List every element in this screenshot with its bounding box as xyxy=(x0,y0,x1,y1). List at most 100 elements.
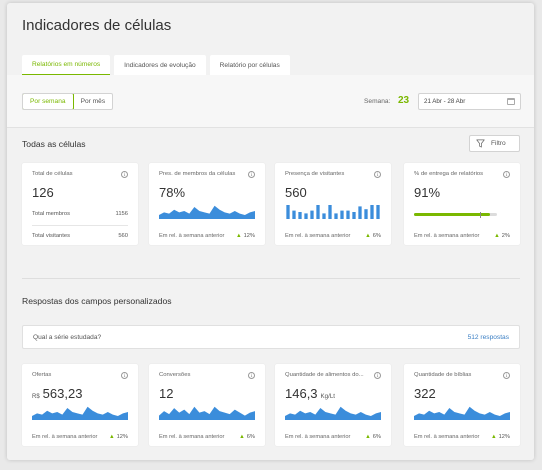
section-divider xyxy=(22,278,520,279)
info-icon[interactable]: i xyxy=(121,372,128,379)
trend-up-icon: ▲ xyxy=(239,434,245,440)
filter-label: Filtro xyxy=(491,140,506,147)
card-value: 78% xyxy=(159,185,186,200)
week-label: Semana: xyxy=(364,98,391,105)
card-value: 12 xyxy=(159,386,174,401)
stat-value: 560 xyxy=(118,233,128,239)
visitor-presence-card: Presença de visitantes i 560 Em rel. à s… xyxy=(275,163,391,245)
chart-bar xyxy=(310,210,314,219)
chart-bar xyxy=(328,205,332,219)
value-text: 146,3 xyxy=(285,386,318,401)
info-icon[interactable]: i xyxy=(503,171,510,178)
sparkline-area xyxy=(159,205,255,219)
trend-up-icon: ▲ xyxy=(235,233,242,239)
chart-bar xyxy=(316,205,320,219)
chart-bar xyxy=(334,213,338,219)
chart-bar xyxy=(358,206,362,219)
currency-prefix: R$ xyxy=(32,394,40,400)
sparkline-chart xyxy=(414,406,510,420)
question-text: Qual a série estudada? xyxy=(33,334,102,341)
trend-up-icon: ▲ xyxy=(490,434,497,440)
per-month-button[interactable]: Por mês xyxy=(74,94,113,109)
sparkline-area xyxy=(159,406,255,420)
sparkline-area xyxy=(32,406,128,420)
card-value: 322 xyxy=(414,386,436,401)
funnel-icon xyxy=(476,139,485,148)
chart-bar xyxy=(322,213,326,219)
chart-bar xyxy=(376,205,380,219)
card-footer: Em rel. à semana anterior ▲ 12% xyxy=(414,434,510,440)
info-icon[interactable]: i xyxy=(248,171,255,178)
card-label: % de entrega de relatórios xyxy=(414,171,484,177)
info-icon[interactable]: i xyxy=(374,171,381,178)
compare-label: Em rel. à semana anterior xyxy=(285,233,351,239)
responses-link[interactable]: 512 respostas xyxy=(468,334,509,341)
chart-bar xyxy=(286,205,290,219)
info-icon[interactable]: i xyxy=(248,372,255,379)
compare-label: Em rel. à semana anterior xyxy=(32,434,98,440)
card-value: 560 xyxy=(285,185,307,200)
per-week-button[interactable]: Por semana xyxy=(23,94,74,109)
page-title: Indicadores de células xyxy=(22,17,172,34)
card-label: Presença de visitantes xyxy=(285,171,345,177)
card-label: Conversões xyxy=(159,372,191,378)
sparkline-chart xyxy=(159,205,255,219)
member-presence-card: Pres. de membros da células i 78% Em rel… xyxy=(149,163,265,245)
sparkline-chart xyxy=(285,406,381,420)
chart-bar xyxy=(340,210,344,219)
trend-value: ▲ 12% xyxy=(491,434,510,440)
trend-percent: 2% xyxy=(501,233,510,239)
trend-up-icon: ▲ xyxy=(365,233,371,239)
total-cells-card: Total de células i 126 Total membros 115… xyxy=(22,163,138,245)
progress-fill xyxy=(414,213,490,216)
question-selector[interactable]: Qual a série estudada? 512 respostas xyxy=(22,325,520,349)
info-icon[interactable]: i xyxy=(374,372,381,379)
trend-percent: 12% xyxy=(116,434,128,440)
offerings-card: Ofertas i R$ 563,23 Em rel. à semana ante… xyxy=(22,364,138,446)
card-label: Quantidade de alimentos do... xyxy=(285,372,364,378)
trend-percent: 12% xyxy=(498,434,510,440)
tab-content: Por semana Por mês Semana: 23 21 Abr - 2… xyxy=(7,75,534,460)
card-value: 91% xyxy=(414,185,441,200)
card-value: 146,3 Kg/Lt xyxy=(285,386,335,401)
sparkline-chart xyxy=(159,406,255,420)
card-value: R$ 563,23 xyxy=(32,386,82,401)
delivery-progress-bar xyxy=(414,211,497,218)
trend-value: ▲ 12% xyxy=(109,434,128,440)
trend-percent: 12% xyxy=(243,233,255,239)
card-footer: Em rel. à semana anterior ▲ 6% xyxy=(285,233,381,239)
compare-label: Em rel. à semana anterior xyxy=(159,233,225,239)
trend-up-icon: ▲ xyxy=(108,434,115,440)
card-label: Total de células xyxy=(32,171,73,177)
chart-bar xyxy=(364,209,368,219)
trend-percent: 6% xyxy=(372,434,381,440)
date-range-picker[interactable]: 21 Abr - 28 Abr xyxy=(418,93,521,110)
chart-bar xyxy=(352,212,356,219)
filter-button[interactable]: Filtro xyxy=(469,135,520,152)
sparkline-area xyxy=(285,406,381,420)
trend-percent: 6% xyxy=(246,434,255,440)
tab-report-by-cells[interactable]: Relatório por células xyxy=(209,55,290,75)
chart-bar xyxy=(292,210,296,219)
card-footer: Em rel. à semana anterior ▲ 6% xyxy=(159,434,255,440)
info-icon[interactable]: i xyxy=(503,372,510,379)
tab-bar: Relatórios em números Indicadores de evo… xyxy=(22,55,294,75)
trend-value: ▲ 6% xyxy=(239,434,255,440)
info-icon[interactable]: i xyxy=(121,171,128,178)
tab-evolution-indicators[interactable]: Indicadores de evolução xyxy=(114,55,206,75)
compare-label: Em rel. à semana anterior xyxy=(414,233,480,239)
tab-reports-in-numbers[interactable]: Relatórios em números xyxy=(22,55,111,75)
divider xyxy=(32,225,128,226)
food-quantity-card: Quantidade de alimentos do... i 146,3 Kg/… xyxy=(275,364,391,446)
calendar-icon xyxy=(507,98,515,105)
sparkline-area xyxy=(414,406,510,420)
card-label: Quantidade de bíblias xyxy=(414,372,472,378)
total-visitors-row: Total visitantes 560 xyxy=(32,233,128,239)
sparkline-chart xyxy=(32,406,128,420)
report-delivery-card: % de entrega de relatórios i 91% Em rel.… xyxy=(404,163,520,245)
compare-label: Em rel. à semana anterior xyxy=(414,434,480,440)
bibles-quantity-card: Quantidade de bíblias i 322 Em rel. à se… xyxy=(404,364,520,446)
compare-label: Em rel. à semana anterior xyxy=(159,434,225,440)
card-footer: Em rel. à semana anterior ▲ 12% xyxy=(159,233,255,239)
chart-bar xyxy=(346,210,350,219)
